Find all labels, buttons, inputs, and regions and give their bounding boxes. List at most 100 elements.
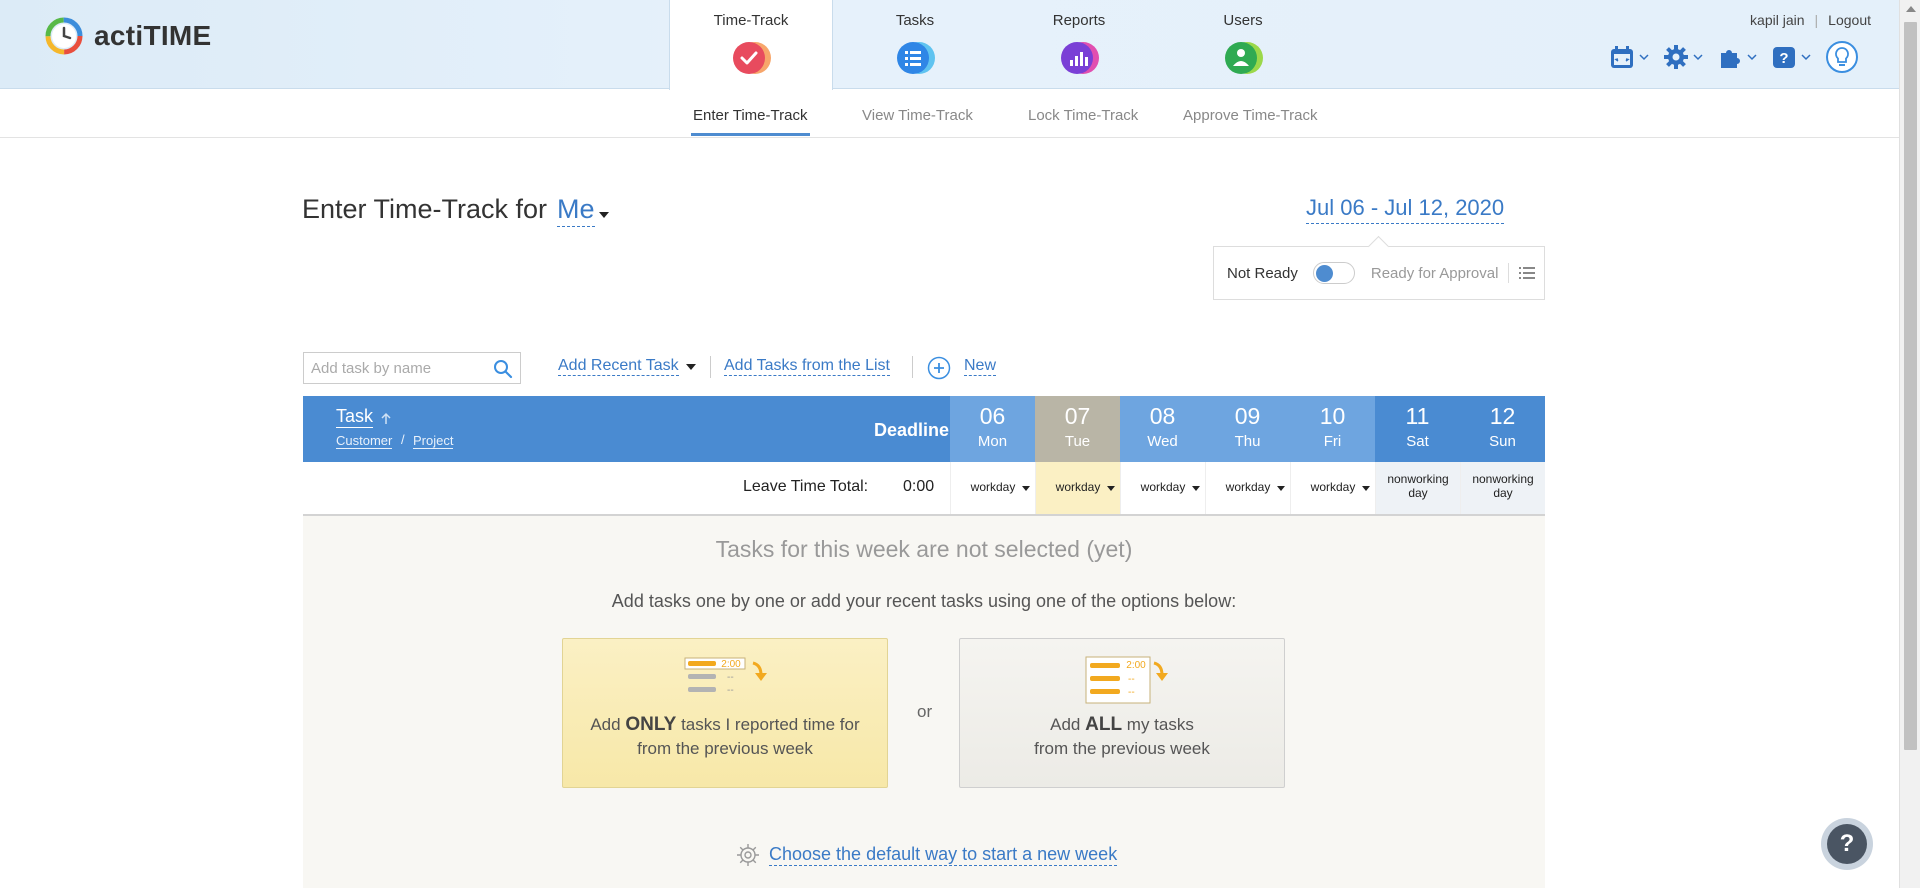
approval-status-panel: Not Ready Ready for Approval xyxy=(1213,246,1545,300)
day-type-cell[interactable]: workday xyxy=(1120,462,1205,514)
day-type-cell[interactable]: workday xyxy=(1035,462,1120,514)
add-task-search-input[interactable] xyxy=(304,353,484,383)
day-number: 08 xyxy=(1149,403,1176,429)
reports-chart-icon xyxy=(1061,42,1099,74)
day-type-cell[interactable]: workday xyxy=(950,462,1035,514)
divider xyxy=(912,356,913,378)
card-emphasis: ONLY xyxy=(625,714,677,735)
user-name-link[interactable]: kapil jain xyxy=(1750,12,1804,28)
nav-tab-label: Tasks xyxy=(895,12,935,29)
empty-state-subtitle: Add tasks one by one or add your recent … xyxy=(611,591,1237,611)
add-tasks-from-list-link[interactable]: Add Tasks from the List xyxy=(724,357,890,376)
task-column-header[interactable]: Task xyxy=(336,406,374,428)
illustration-time: 2:00 xyxy=(721,659,741,670)
app-root: actiTIME Time-Track Tasks Reports Users … xyxy=(0,0,1920,888)
leave-time-row: Leave Time Total: 0:00 workday workday w… xyxy=(303,462,1545,516)
header-tools: ? xyxy=(1609,40,1859,74)
tips-button[interactable] xyxy=(1825,40,1859,74)
card-text-line1: Add ONLY tasks I reported time for xyxy=(563,713,887,737)
day-column-header: 08 Wed xyxy=(1120,396,1205,462)
nav-tab-tasks[interactable]: Tasks xyxy=(833,0,997,89)
logout-link[interactable]: Logout xyxy=(1828,12,1871,28)
not-ready-label: Not Ready xyxy=(1227,264,1298,282)
plus-circle-icon[interactable] xyxy=(927,356,951,380)
card-text-post: my tasks xyxy=(1122,715,1194,734)
settings-menu-button[interactable] xyxy=(1663,44,1703,70)
deadline-column-header: Deadline xyxy=(874,420,950,440)
help-menu-button[interactable]: ? xyxy=(1771,44,1811,70)
nav-tab-time-track[interactable]: Time-Track xyxy=(669,0,833,90)
day-column-header: 07 Tue xyxy=(1035,396,1120,462)
puzzle-icon xyxy=(1721,50,1740,68)
caret-down-icon[interactable] xyxy=(686,364,696,370)
subnav-active-indicator xyxy=(691,133,810,136)
help-icon: ? xyxy=(1773,47,1795,68)
scroll-up-arrow-icon[interactable] xyxy=(1906,6,1916,12)
customer-sort-link[interactable]: Customer xyxy=(336,433,393,449)
day-type-cell: nonworking day xyxy=(1460,462,1545,514)
divider xyxy=(710,356,711,378)
approval-history-button[interactable] xyxy=(1508,263,1536,283)
illustration-time: 2:00 xyxy=(1126,660,1146,671)
empty-state-title: Tasks for this week are not selected (ye… xyxy=(715,536,1133,562)
chevron-down-icon xyxy=(1801,54,1811,61)
sort-ascending-icon[interactable] xyxy=(380,412,392,426)
new-task-link[interactable]: New xyxy=(964,357,997,376)
date-range-picker[interactable]: Jul 06 - Jul 12, 2020 xyxy=(1306,195,1505,224)
reported-tasks-illustration-icon: 2:00 -- -- xyxy=(684,657,767,696)
illustration-dash: -- xyxy=(1128,674,1135,685)
add-recent-task-link[interactable]: Add Recent Task xyxy=(558,357,679,376)
day-of-week: Wed xyxy=(1147,433,1178,450)
nav-tab-reports[interactable]: Reports xyxy=(997,0,1161,89)
day-of-week: Mon xyxy=(977,433,1008,450)
default-week-start-link[interactable]: Choose the default way to start a new we… xyxy=(735,842,1118,868)
svg-text:?: ? xyxy=(1779,50,1788,67)
empty-week-panel: Tasks for this week are not selected (ye… xyxy=(303,516,1545,888)
caret-down-icon[interactable] xyxy=(1192,486,1200,491)
page-scrollbar[interactable] xyxy=(1899,0,1920,888)
ready-for-approval-label: Ready for Approval xyxy=(1370,264,1499,282)
subnav-approve-time-track[interactable]: Approve Time-Track xyxy=(1183,107,1317,124)
toggle-knob xyxy=(1315,265,1333,282)
caret-down-icon[interactable] xyxy=(1362,486,1370,491)
day-number: 06 xyxy=(979,403,1006,429)
day-type-cell[interactable]: workday xyxy=(1205,462,1290,514)
caret-down-icon[interactable] xyxy=(598,212,609,218)
card-text-pre: Add xyxy=(590,715,626,734)
tasks-list-icon xyxy=(897,42,935,74)
subnav-view-time-track[interactable]: View Time-Track xyxy=(862,107,973,124)
day-of-week: Sun xyxy=(1489,433,1516,450)
day-column-header: 06 Mon xyxy=(950,396,1035,462)
chevron-down-icon xyxy=(1747,54,1757,61)
nav-tab-users[interactable]: Users xyxy=(1161,0,1325,89)
nav-tab-label: Reports xyxy=(1052,12,1106,29)
user-selector[interactable]: Me xyxy=(557,194,595,227)
user-bar: kapil jain | Logout xyxy=(1750,12,1871,28)
subnav-lock-time-track[interactable]: Lock Time-Track xyxy=(1028,107,1138,124)
actitime-logo[interactable]: actiTIME xyxy=(44,16,212,56)
top-header: actiTIME Time-Track Tasks Reports Users … xyxy=(0,0,1899,90)
search-icon[interactable] xyxy=(493,359,513,379)
floating-help-button[interactable]: ? xyxy=(1821,818,1873,870)
scrollbar-thumb[interactable] xyxy=(1904,22,1917,750)
caret-down-icon[interactable] xyxy=(1107,486,1115,491)
chevron-down-icon xyxy=(1693,54,1703,61)
card-text-pre: Add xyxy=(1050,715,1086,734)
day-of-week: Sat xyxy=(1406,433,1429,450)
project-sort-link[interactable]: Project xyxy=(413,433,454,449)
add-task-search xyxy=(303,352,521,384)
calendar-menu-button[interactable] xyxy=(1609,44,1649,70)
day-type-cell[interactable]: workday xyxy=(1290,462,1375,514)
addons-menu-button[interactable] xyxy=(1717,44,1757,70)
day-column-header: 10 Fri xyxy=(1290,396,1375,462)
add-only-reported-tasks-button[interactable]: 2:00 -- -- Add ONLY tasks I reported tim… xyxy=(562,638,888,788)
caret-down-icon[interactable] xyxy=(1277,486,1285,491)
card-text-post: tasks I reported time for xyxy=(676,715,860,734)
subnav-enter-time-track[interactable]: Enter Time-Track xyxy=(693,107,807,124)
add-all-my-tasks-button[interactable]: 2:00 -- -- Add ALL my tasks from the pre… xyxy=(959,638,1285,788)
day-column-header: 12 Sun xyxy=(1460,396,1545,462)
day-of-week: Fri xyxy=(1323,433,1342,450)
caret-down-icon[interactable] xyxy=(1022,486,1030,491)
approval-toggle[interactable] xyxy=(1312,262,1355,284)
logo-text: actiTIME xyxy=(94,20,212,51)
